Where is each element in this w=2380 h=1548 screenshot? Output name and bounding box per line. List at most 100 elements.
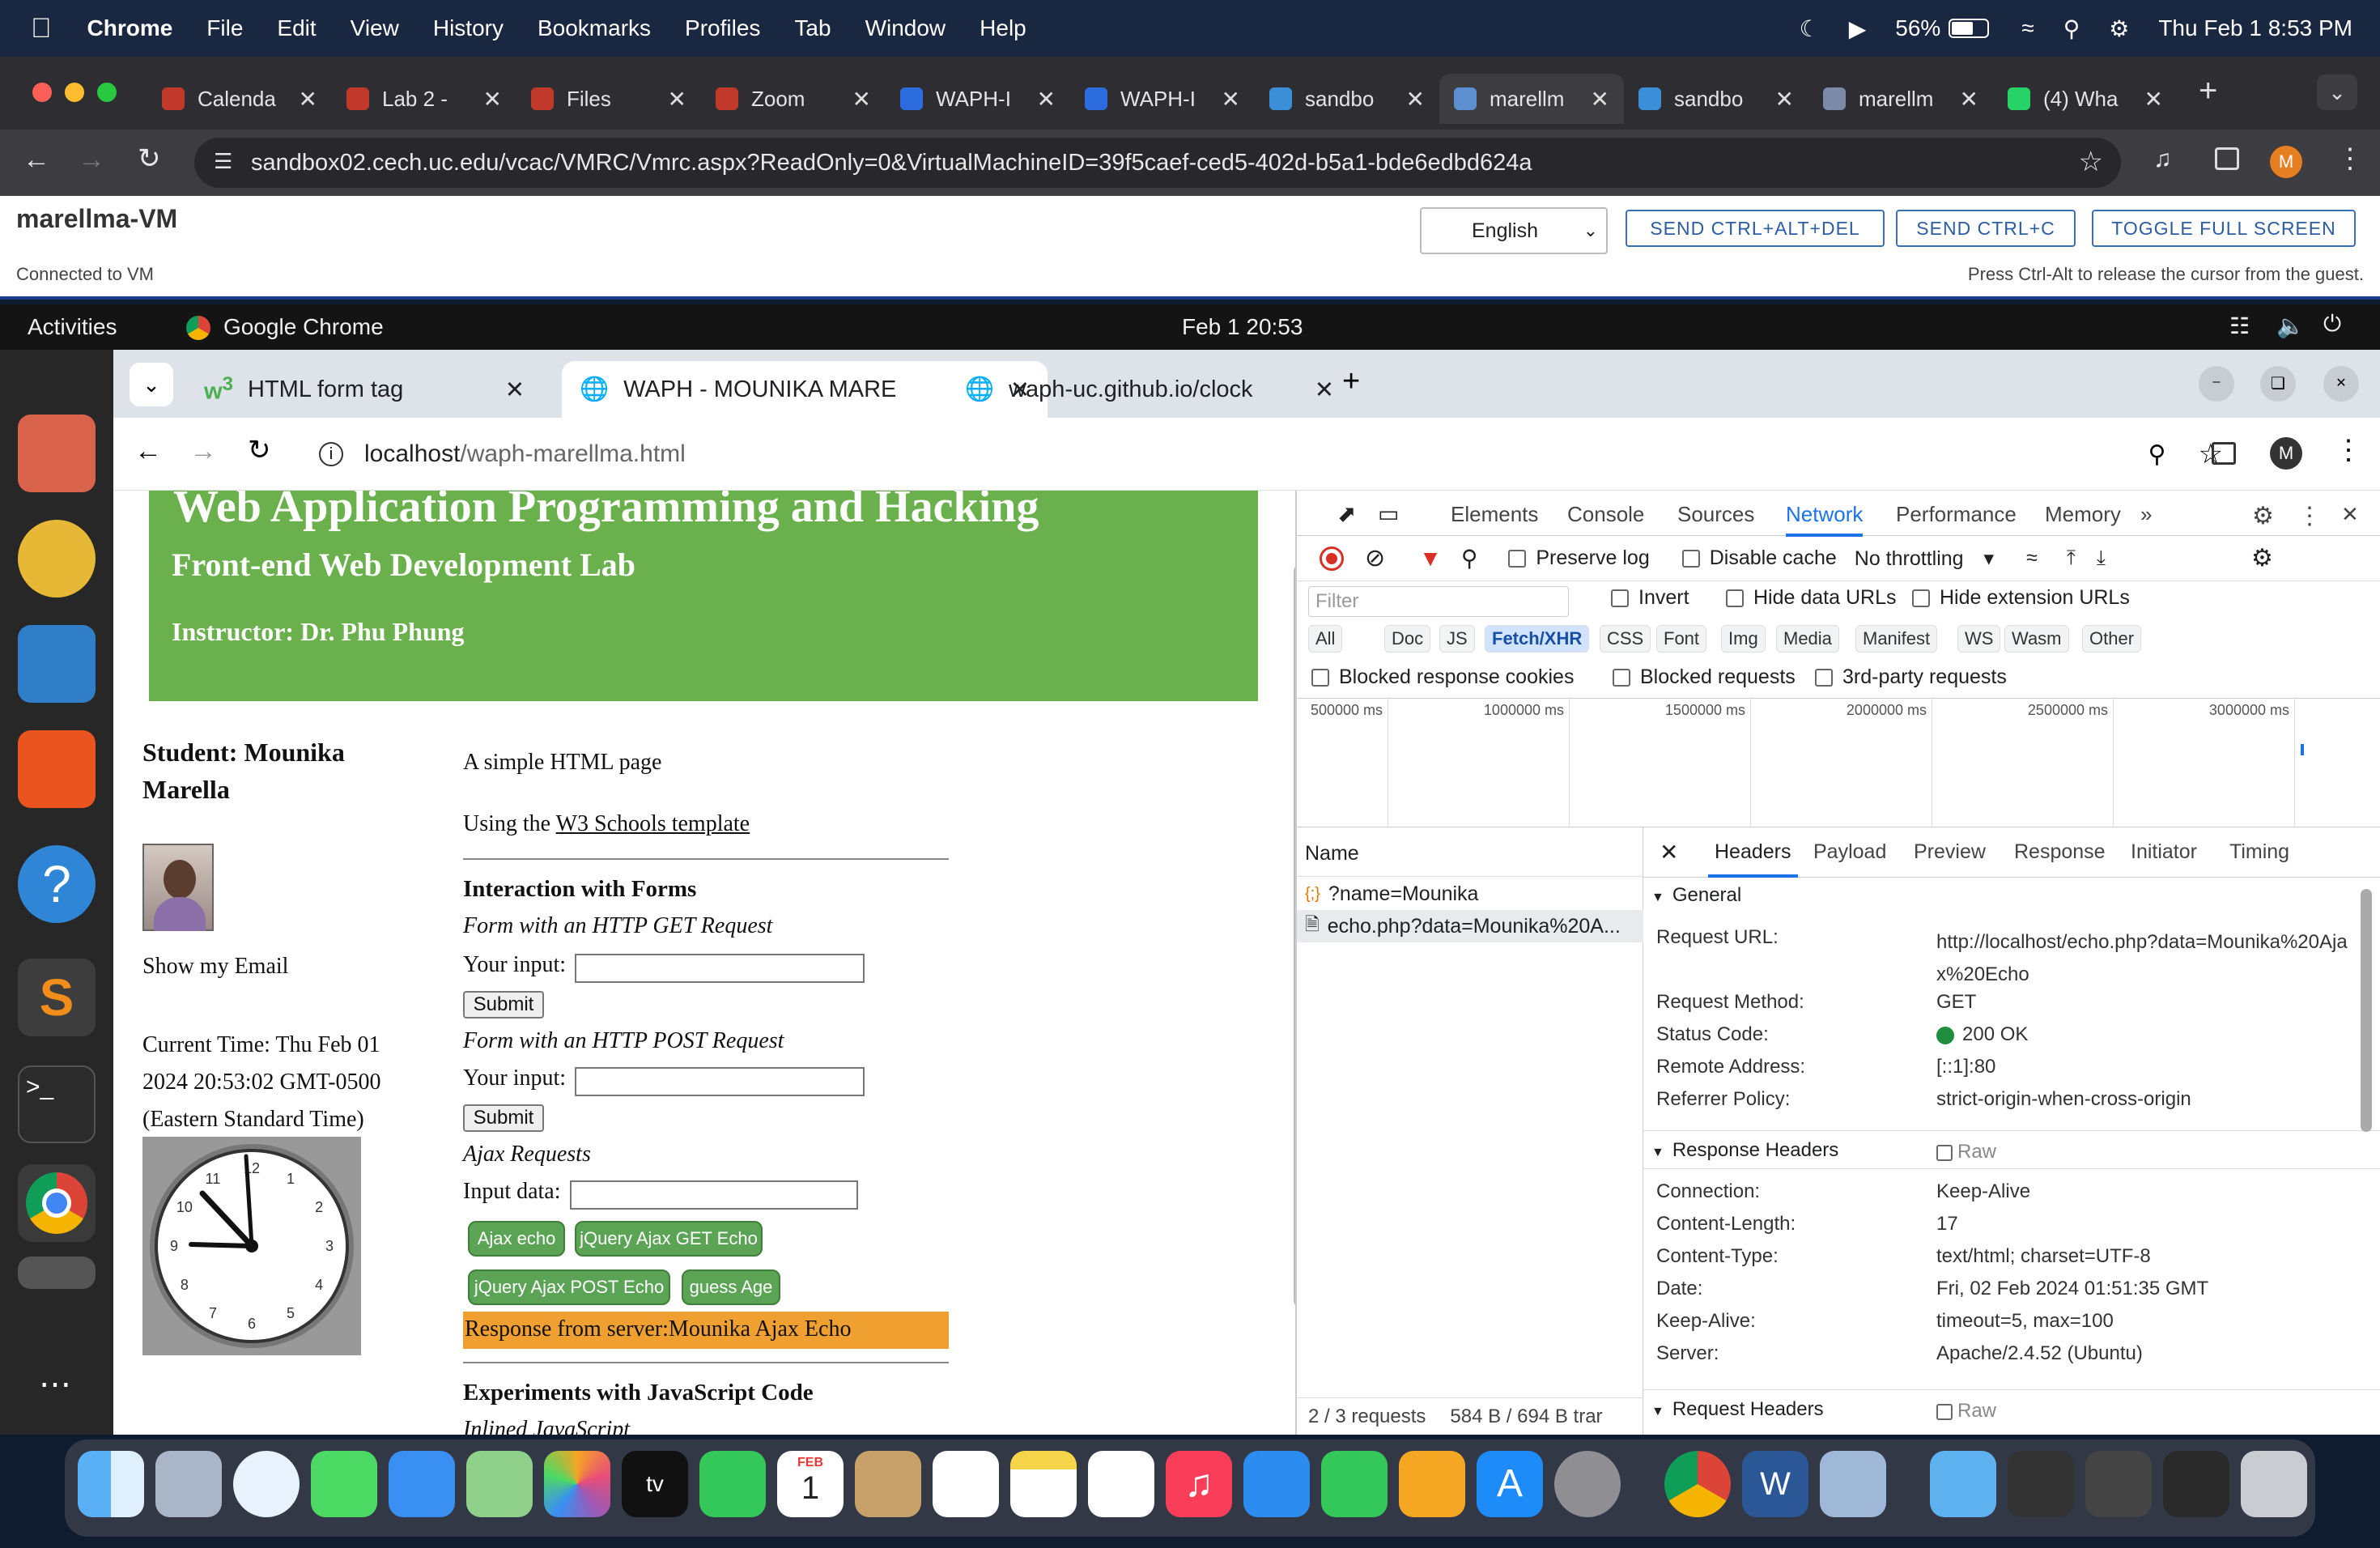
chip-ws[interactable]: WS: [1957, 625, 2001, 653]
show-apps-icon[interactable]: ⋯: [18, 1346, 96, 1423]
disable-cache-checkbox[interactable]: Disable cache: [1681, 546, 1837, 570]
overview-timeline[interactable]: 500000 ms 1000000 ms 1500000 ms 2000000 ms 2…: [1297, 698, 2380, 828]
mail-icon[interactable]: [389, 1451, 455, 1517]
show-email-link[interactable]: Show my Email: [142, 954, 288, 980]
folder-icon[interactable]: [1930, 1451, 1996, 1517]
music-icon[interactable]: ♫: [1166, 1451, 1232, 1517]
back-icon[interactable]: ←: [23, 144, 50, 176]
close-icon[interactable]: ✕: [1406, 86, 1425, 113]
minimize-icon[interactable]: –: [2199, 366, 2234, 402]
play-icon[interactable]: ▶: [1849, 15, 1867, 42]
request-row[interactable]: {;} ?name=Mounika: [1297, 878, 1643, 910]
menu-edit[interactable]: Edit: [277, 15, 316, 41]
close-icon[interactable]: ✕: [299, 86, 317, 113]
tab-response[interactable]: Response: [2014, 840, 2106, 864]
post-input-field[interactable]: [575, 1067, 865, 1096]
control-center-icon[interactable]: ⚙: [2109, 15, 2129, 42]
forward-icon[interactable]: →: [78, 144, 105, 176]
general-section-header[interactable]: ▼ General: [1651, 884, 2372, 916]
blocked-requests-checkbox[interactable]: Blocked requests: [1613, 666, 1796, 689]
zoom-window-button[interactable]: [97, 83, 117, 102]
rhythmbox-icon[interactable]: [18, 520, 96, 598]
terminal-icon[interactable]: >_: [18, 1065, 96, 1143]
activities-button[interactable]: Activities: [28, 314, 117, 340]
browser-tab[interactable]: sandbo ✕: [1255, 74, 1439, 124]
freeform-icon[interactable]: [1088, 1451, 1154, 1517]
pages-icon[interactable]: [1399, 1451, 1465, 1517]
menu-file[interactable]: File: [206, 15, 243, 41]
messages-icon[interactable]: [311, 1451, 377, 1517]
dark-mode-icon[interactable]: ☾: [1800, 15, 1820, 42]
preview-icon[interactable]: [1820, 1451, 1886, 1517]
tab-headers[interactable]: Headers: [1708, 840, 1798, 878]
chip-wasm[interactable]: Wasm: [2004, 625, 2069, 653]
back-icon[interactable]: ←: [134, 436, 162, 467]
apple-tv-icon[interactable]: tv: [622, 1451, 688, 1517]
more-menu-icon[interactable]: ⋮: [2335, 434, 2362, 466]
menu-bookmarks[interactable]: Bookmarks: [538, 15, 651, 41]
browser-tab[interactable]: Zoom ✕: [701, 74, 886, 124]
close-icon[interactable]: ✕: [1315, 376, 1334, 404]
menu-history[interactable]: History: [433, 15, 504, 41]
close-icon[interactable]: ✕: [1037, 86, 1056, 113]
active-app-label[interactable]: Google Chrome: [223, 314, 384, 340]
import-har-icon[interactable]: ⤒: [2067, 546, 2076, 570]
browser-tab[interactable]: Files ✕: [516, 74, 701, 124]
chip-img[interactable]: Img: [1721, 625, 1766, 653]
files-icon[interactable]: [18, 415, 96, 492]
close-icon[interactable]: ✕: [505, 376, 525, 404]
close-detail-icon[interactable]: ✕: [1660, 839, 1678, 865]
browser-tab[interactable]: WAPH-I ✕: [1070, 74, 1255, 124]
raw-checkbox[interactable]: Raw: [1936, 1400, 1996, 1423]
drive-icon[interactable]: [18, 1257, 96, 1289]
tab-elements[interactable]: Elements: [1451, 502, 1538, 527]
screenshot-thumb-1[interactable]: [2008, 1451, 2074, 1517]
jquery-post-echo-button[interactable]: jQuery Ajax POST Echo: [468, 1269, 670, 1305]
device-toolbar-icon[interactable]: ▭: [1378, 500, 1399, 527]
inspect-icon[interactable]: ⬈: [1337, 500, 1356, 527]
send-ctrl-c-button[interactable]: SEND CTRL+C: [1896, 210, 2076, 247]
jquery-get-echo-button[interactable]: jQuery Ajax GET Echo: [575, 1221, 763, 1257]
facetime-icon[interactable]: [699, 1451, 766, 1517]
preserve-log-checkbox[interactable]: Preserve log: [1508, 546, 1650, 570]
chip-fetch-xhr[interactable]: Fetch/XHR: [1485, 625, 1590, 653]
browser-tab[interactable]: WAPH-I ✕: [886, 74, 1070, 124]
reload-icon[interactable]: ↻: [138, 142, 161, 175]
help-icon[interactable]: ?: [18, 845, 96, 923]
finder-icon[interactable]: [78, 1451, 144, 1517]
profile-avatar[interactable]: M: [2270, 146, 2302, 178]
tab-search-button[interactable]: ⌄: [2317, 74, 2357, 110]
chip-media[interactable]: Media: [1776, 625, 1839, 653]
vm-tab-clock[interactable]: 🌐 waph-uc.github.io/clock ✕: [947, 361, 1352, 418]
power-icon[interactable]: ⏻: [2323, 311, 2341, 338]
request-headers-section-header[interactable]: ▼ Request Headers Raw: [1643, 1389, 2380, 1428]
post-submit-button[interactable]: Submit: [463, 1104, 544, 1132]
launchpad-icon[interactable]: [155, 1451, 222, 1517]
ajax-echo-button[interactable]: Ajax echo: [468, 1221, 565, 1257]
more-menu-icon[interactable]: ⋮: [2336, 142, 2364, 175]
app-store-icon[interactable]: A: [1477, 1451, 1543, 1517]
chip-css[interactable]: CSS: [1600, 625, 1651, 653]
devtools-close-icon[interactable]: ✕: [2341, 502, 2359, 527]
chrome-icon[interactable]: [18, 1164, 96, 1242]
more-tabs-icon[interactable]: »: [2140, 502, 2152, 527]
info-icon[interactable]: i: [319, 442, 343, 466]
media-control-icon[interactable]: ♫: [2153, 146, 2172, 173]
close-icon[interactable]: ✕: [1960, 86, 1978, 113]
blocked-cookies-checkbox[interactable]: Blocked response cookies: [1311, 666, 1574, 689]
safari-icon[interactable]: [233, 1451, 300, 1517]
vm-tab-html-form[interactable]: w3 HTML form tag ✕: [186, 361, 542, 418]
sublime-icon[interactable]: S: [18, 959, 96, 1036]
third-party-checkbox[interactable]: 3rd-party requests: [1815, 666, 2007, 689]
restore-icon[interactable]: ❏: [2260, 366, 2296, 402]
reminders-icon[interactable]: [933, 1451, 999, 1517]
close-icon[interactable]: ✕: [1775, 86, 1794, 113]
filter-input[interactable]: Filter: [1308, 586, 1569, 617]
reload-icon[interactable]: ↻: [248, 434, 271, 466]
writer-icon[interactable]: [18, 625, 96, 703]
export-har-icon[interactable]: ⤓: [2097, 546, 2106, 570]
vm-address-bar[interactable]: i localhost /waph-marellma.html ⚲ ☆: [304, 427, 2231, 481]
chrome-dock-icon[interactable]: [1664, 1451, 1731, 1517]
language-select[interactable]: English ⌄: [1420, 207, 1608, 254]
keynote-icon[interactable]: [1243, 1451, 1310, 1517]
